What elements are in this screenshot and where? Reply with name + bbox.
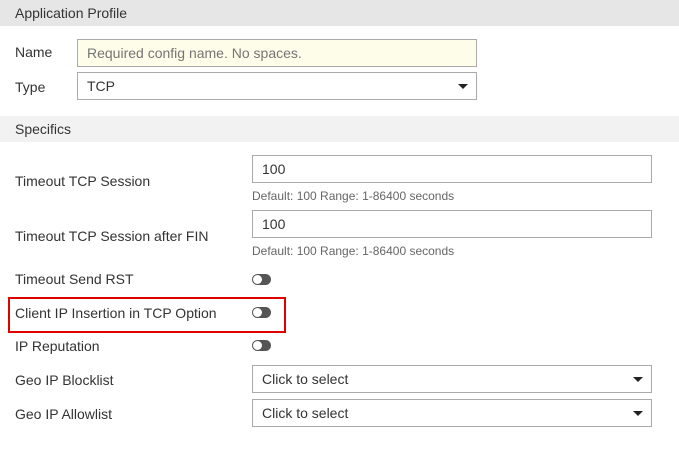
timeout-tcp-label: Timeout TCP Session [15,173,151,189]
chevron-down-icon [633,377,643,382]
geo-allowlist-label: Geo IP Allowlist [15,406,113,422]
client-ip-label: Client IP Insertion in TCP Option [15,305,217,321]
name-input[interactable] [77,39,477,67]
section-header-application-profile: Application Profile [0,0,679,26]
geo-blocklist-value: Click to select [262,371,349,387]
ip-reputation-toggle[interactable] [252,340,271,351]
timeout-tcp-help: Default: 100 Range: 1-86400 seconds [252,189,455,203]
section-header-specifics: Specifics [0,116,679,142]
type-label: Type [15,79,46,95]
ip-reputation-label: IP Reputation [15,338,100,354]
timeout-fin-help: Default: 100 Range: 1-86400 seconds [252,244,455,258]
chevron-down-icon [633,411,643,416]
timeout-tcp-input[interactable]: 100 [252,155,652,183]
send-rst-toggle[interactable] [252,274,271,285]
chevron-down-icon [458,84,468,89]
timeout-fin-input[interactable]: 100 [252,210,652,238]
client-ip-toggle[interactable] [252,307,271,318]
type-select[interactable]: TCP [77,72,477,100]
geo-blocklist-select[interactable]: Click to select [252,365,652,393]
type-value: TCP [87,78,115,94]
geo-blocklist-label: Geo IP Blocklist [15,372,114,388]
name-label: Name [15,44,53,60]
geo-allowlist-select[interactable]: Click to select [252,399,652,427]
geo-allowlist-value: Click to select [262,405,349,421]
timeout-fin-label: Timeout TCP Session after FIN [15,228,209,244]
send-rst-label: Timeout Send RST [15,271,134,287]
